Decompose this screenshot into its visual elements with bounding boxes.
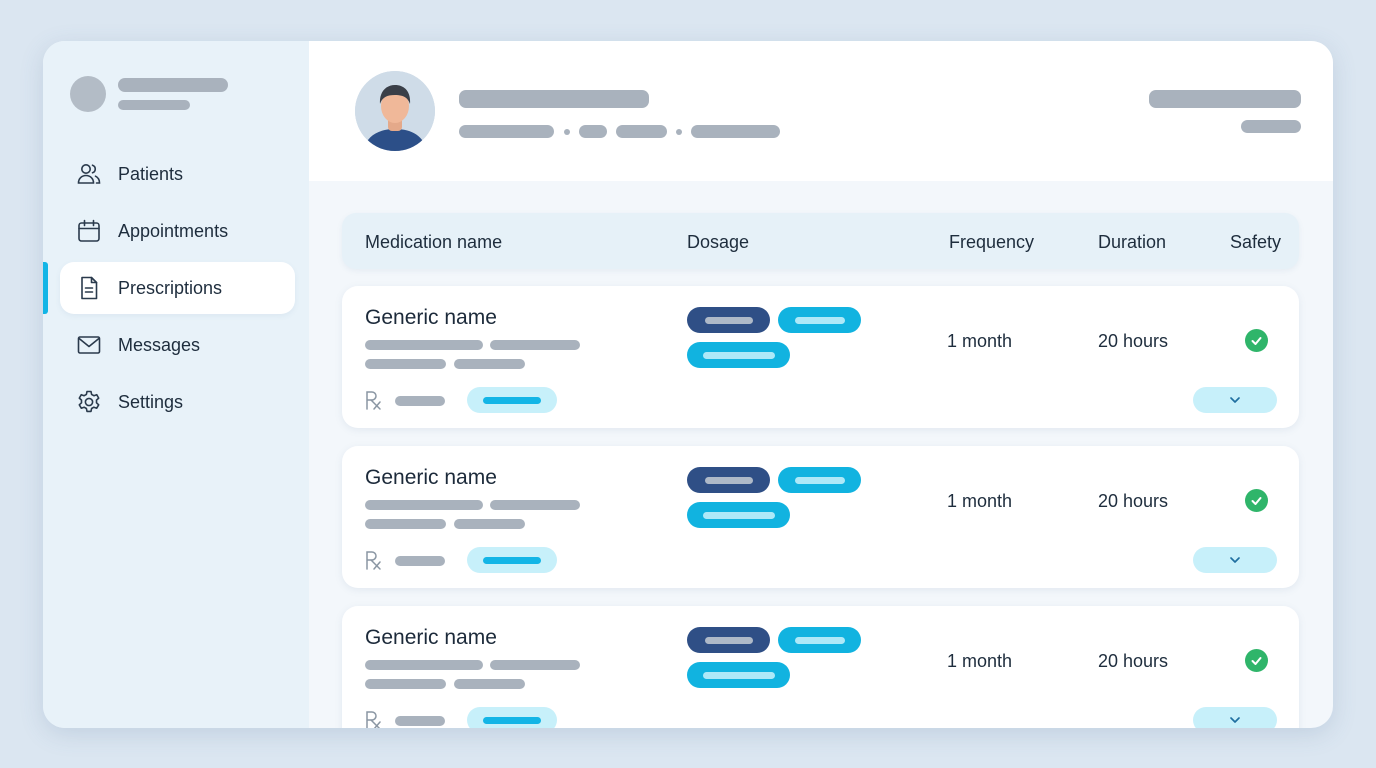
profile-name-placeholder	[118, 78, 228, 92]
table-row[interactable]: Generic name 1 month 20 hours	[342, 606, 1299, 728]
medication-name: Generic name	[365, 306, 497, 329]
frequency-value: 1 month	[947, 651, 1013, 671]
duration-value: 20 hours	[1098, 331, 1169, 351]
sidebar: Patients Appointments Prescriptions Mess…	[43, 41, 309, 728]
patient-header	[309, 41, 1333, 181]
meta-separator	[564, 129, 570, 135]
text-placeholder	[395, 556, 445, 566]
text-placeholder	[490, 340, 580, 350]
column-header-medication[interactable]: Medication name	[365, 232, 502, 253]
table-row[interactable]: Generic name 1 month 20 hours	[342, 446, 1299, 588]
dosage-chip	[778, 307, 861, 333]
column-header-frequency[interactable]: Frequency	[949, 232, 1034, 253]
table-row[interactable]: Generic name 1 month 20 hours	[342, 286, 1299, 428]
dosage-chip	[687, 662, 790, 688]
text-placeholder	[365, 679, 446, 689]
avatar	[70, 76, 106, 112]
patient-meta-placeholder	[459, 125, 554, 138]
patient-name-placeholder	[459, 90, 649, 108]
chevron-down-icon	[1230, 397, 1240, 403]
users-icon	[76, 161, 102, 187]
sidebar-item-label: Messages	[118, 334, 201, 355]
check-icon	[1245, 489, 1268, 512]
chevron-down-icon	[1230, 557, 1240, 563]
sidebar-item-label: Appointments	[118, 220, 229, 241]
text-placeholder	[365, 340, 483, 350]
sidebar-item-patients[interactable]: Patients	[60, 148, 295, 200]
sidebar-item-messages[interactable]: Messages	[60, 319, 295, 371]
text-placeholder	[454, 359, 525, 369]
duration-value: 20 hours	[1098, 491, 1169, 511]
text-placeholder	[454, 679, 525, 689]
status-badge	[467, 547, 557, 573]
patient-avatar[interactable]	[355, 71, 435, 151]
frequency-value: 1 month	[947, 331, 1013, 351]
rx-icon	[364, 549, 384, 571]
medication-name: Generic name	[365, 466, 497, 489]
status-badge	[467, 387, 557, 413]
dosage-chip	[687, 502, 790, 528]
mail-icon	[76, 332, 102, 358]
text-placeholder	[365, 519, 446, 529]
gear-icon	[76, 389, 102, 415]
header-right-sub-placeholder	[1241, 120, 1301, 133]
sidebar-nav: Patients Appointments Prescriptions Mess…	[60, 148, 295, 433]
text-placeholder	[395, 716, 445, 726]
dosage-chip	[687, 467, 770, 493]
text-placeholder	[454, 519, 525, 529]
sidebar-item-label: Prescriptions	[118, 277, 223, 298]
sidebar-item-appointments[interactable]: Appointments	[60, 205, 295, 257]
calendar-icon	[76, 218, 102, 244]
sidebar-item-prescriptions[interactable]: Prescriptions	[60, 262, 295, 314]
document-icon	[76, 275, 102, 301]
header-right-placeholder	[1149, 90, 1301, 108]
column-header-dosage[interactable]: Dosage	[687, 232, 749, 253]
text-placeholder	[490, 660, 580, 670]
patient-meta-placeholder	[616, 125, 667, 138]
chevron-down-icon	[1230, 717, 1240, 723]
meta-separator	[676, 129, 682, 135]
expand-button[interactable]	[1193, 387, 1277, 413]
duration-value: 20 hours	[1098, 651, 1169, 671]
text-placeholder	[490, 500, 580, 510]
active-nav-indicator	[43, 262, 48, 314]
check-icon	[1245, 329, 1268, 352]
sidebar-profile[interactable]	[70, 76, 228, 112]
sidebar-item-label: Patients	[118, 163, 184, 184]
dosage-chip	[687, 342, 790, 368]
medication-name: Generic name	[365, 626, 497, 649]
dosage-chip	[778, 627, 861, 653]
expand-button[interactable]	[1193, 547, 1277, 573]
text-placeholder	[365, 500, 483, 510]
check-icon	[1245, 649, 1268, 672]
column-header-safety[interactable]: Safety	[1230, 232, 1281, 253]
dosage-chip	[778, 467, 861, 493]
sidebar-item-label: Settings	[118, 391, 184, 412]
dosage-chip	[687, 307, 770, 333]
rx-icon	[364, 389, 384, 411]
main-content: Medication name Dosage Frequency Duratio…	[309, 41, 1333, 728]
rx-icon	[364, 709, 384, 728]
patient-meta-placeholder	[579, 125, 607, 138]
profile-role-placeholder	[118, 100, 190, 110]
text-placeholder	[365, 660, 483, 670]
patient-meta-placeholder	[691, 125, 780, 138]
table-header: Medication name Dosage Frequency Duratio…	[342, 213, 1299, 269]
sidebar-item-settings[interactable]: Settings	[60, 376, 295, 428]
frequency-value: 1 month	[947, 491, 1013, 511]
text-placeholder	[395, 396, 445, 406]
text-placeholder	[365, 359, 446, 369]
app-window: Patients Appointments Prescriptions Mess…	[43, 41, 1333, 728]
dosage-chip	[687, 627, 770, 653]
status-badge	[467, 707, 557, 728]
column-header-duration[interactable]: Duration	[1098, 232, 1166, 253]
expand-button[interactable]	[1193, 707, 1277, 728]
